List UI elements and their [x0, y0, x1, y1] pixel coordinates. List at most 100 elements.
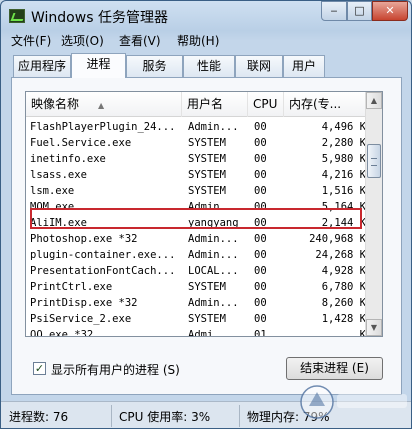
- process-name: FlashPlayerPlugin_24...: [30, 121, 176, 133]
- process-memory: 5,164 K: [321, 201, 366, 213]
- status-separator: [111, 405, 112, 427]
- menu-help[interactable]: 帮助(H): [177, 32, 219, 49]
- column-cpu[interactable]: CPU: [248, 92, 284, 117]
- process-cpu: 00: [254, 169, 267, 181]
- process-memory: 2,280 K: [321, 137, 366, 149]
- scroll-down-icon[interactable]: ▼: [366, 319, 382, 336]
- table-row[interactable]: lsm.exe SYSTEM 00 1,516 K: [26, 183, 367, 199]
- process-cpu: 00: [254, 313, 267, 325]
- process-user: SYSTEM: [188, 281, 226, 293]
- table-row[interactable]: Photoshop.exe *32 Admin... 00 240,968 K: [26, 231, 367, 247]
- menu-bar: 文件(F) 选项(O) 查看(V) 帮助(H): [7, 30, 407, 50]
- tab-users[interactable]: 用户: [283, 55, 325, 77]
- process-rows: FlashPlayerPlugin_24... Admin... 00 4,496 K…: [26, 119, 367, 337]
- process-cpu: 00: [254, 121, 267, 133]
- table-row[interactable]: FlashPlayerPlugin_24... Admin... 00 4,496 K: [26, 119, 367, 135]
- table-row[interactable]: lsass.exe SYSTEM 00 4,216 K: [26, 167, 367, 183]
- table-row[interactable]: PrintDisp.exe *32 Admin... 00 8,260 K: [26, 295, 367, 311]
- process-name: lsm.exe: [30, 185, 75, 197]
- process-user: Admin...: [188, 249, 239, 261]
- table-row[interactable]: Fuel.Service.exe SYSTEM 00 2,280 K: [26, 135, 367, 151]
- process-name: PresentationFontCach...: [30, 265, 176, 277]
- tab-services[interactable]: 服务: [126, 55, 183, 77]
- tab-processes[interactable]: 进程: [71, 53, 126, 78]
- process-memory: 4,496 K: [321, 121, 366, 133]
- process-memory: 5,980 K: [321, 153, 366, 165]
- process-cpu: 00: [254, 137, 267, 149]
- process-memory: 240,968 K: [309, 233, 366, 245]
- process-user: Admin...: [188, 121, 239, 133]
- status-physical-memory: 物理内存: 79%: [247, 410, 330, 424]
- table-row[interactable]: AliIM.exe yangyang 00 2,144 K: [26, 215, 367, 231]
- status-process-count: 进程数: 76: [9, 410, 69, 424]
- tab-strip: 应用程序 进程 服务 性能 联网 用户: [13, 53, 403, 78]
- status-bar: 进程数: 76 CPU 使用率: 3% 物理内存: 79%: [1, 401, 411, 428]
- process-cpu: 00: [254, 153, 267, 165]
- tab-networking[interactable]: 联网: [235, 55, 283, 77]
- column-user-name[interactable]: 用户名: [182, 92, 248, 117]
- maximize-button[interactable]: □: [347, 1, 372, 21]
- menu-options[interactable]: 选项(O): [61, 32, 104, 49]
- show-all-users-label: 显示所有用户的进程 (S): [51, 363, 180, 377]
- process-name: Photoshop.exe *32: [30, 233, 138, 245]
- process-cpu: 00: [254, 281, 267, 293]
- table-row[interactable]: MOM.exe Admin... 00 5,164 K: [26, 199, 367, 215]
- process-user: Admin...: [188, 201, 239, 213]
- column-image-name-label: 映像名称: [31, 97, 80, 111]
- process-user: Admin...: [188, 297, 239, 309]
- process-memory: 8,260 K: [321, 297, 366, 309]
- process-user: SYSTEM: [188, 185, 226, 197]
- close-button[interactable]: ✕: [372, 1, 408, 21]
- table-row[interactable]: PresentationFontCach... LOCAL... 00 4,928 K: [26, 263, 367, 279]
- process-name: plugin-container.exe...: [30, 249, 176, 261]
- process-user: SYSTEM: [188, 313, 226, 325]
- window-title: Windows 任务管理器: [31, 10, 168, 26]
- sort-ascending-icon: ▲: [98, 101, 105, 110]
- title-bar[interactable]: Windows 任务管理器 ‒ □ ✕: [1, 1, 411, 31]
- process-user: SYSTEM: [188, 137, 226, 149]
- column-header-row: 映像名称 ▲ 用户名 CPU 内存(专...: [26, 92, 367, 117]
- table-row[interactable]: QQ.exe *32 Admi... 01 ... K: [26, 327, 367, 337]
- table-row[interactable]: inetinfo.exe SYSTEM 00 5,980 K: [26, 151, 367, 167]
- process-memory: 4,928 K: [321, 265, 366, 277]
- process-name: QQ.exe *32: [30, 329, 94, 337]
- process-name: PrintCtrl.exe: [30, 281, 113, 293]
- process-user: SYSTEM: [188, 169, 226, 181]
- task-manager-window: Windows 任务管理器 ‒ □ ✕ 文件(F) 选项(O) 查看(V) 帮助…: [0, 0, 412, 429]
- column-image-name[interactable]: 映像名称 ▲: [26, 92, 182, 117]
- process-name: Fuel.Service.exe: [30, 137, 132, 149]
- process-memory: ... K: [334, 329, 366, 337]
- process-name: lsass.exe: [30, 169, 87, 181]
- process-memory: 2,144 K: [321, 217, 366, 229]
- vertical-scrollbar[interactable]: ▲ ▼: [365, 92, 382, 336]
- process-user: SYSTEM: [188, 153, 226, 165]
- process-name: inetinfo.exe: [30, 153, 106, 165]
- process-cpu: 00: [254, 297, 267, 309]
- process-cpu: 00: [254, 185, 267, 197]
- menu-file[interactable]: 文件(F): [11, 32, 51, 49]
- tab-performance[interactable]: 性能: [183, 55, 235, 77]
- end-process-button[interactable]: 结束进程 (E): [286, 357, 383, 380]
- minimize-button[interactable]: ‒: [321, 1, 347, 21]
- process-name: MOM.exe: [30, 201, 75, 213]
- table-row[interactable]: PrintCtrl.exe SYSTEM 00 6,780 K: [26, 279, 367, 295]
- process-name: PrintDisp.exe *32: [30, 297, 138, 309]
- table-row[interactable]: PsiService_2.exe SYSTEM 00 1,428 K: [26, 311, 367, 327]
- process-list[interactable]: 映像名称 ▲ 用户名 CPU 内存(专... FlashPlayerPlugin…: [25, 91, 383, 337]
- scroll-up-icon[interactable]: ▲: [366, 92, 382, 109]
- tab-applications[interactable]: 应用程序: [13, 55, 71, 77]
- process-user: yangyang: [188, 217, 239, 229]
- process-memory: 24,268 K: [315, 249, 366, 261]
- menu-view[interactable]: 查看(V): [119, 32, 161, 49]
- process-name: AliIM.exe: [30, 217, 87, 229]
- process-memory: 1,516 K: [321, 185, 366, 197]
- process-user: LOCAL...: [188, 265, 239, 277]
- status-cpu-usage: CPU 使用率: 3%: [119, 410, 211, 424]
- scroll-thumb[interactable]: [367, 144, 381, 178]
- table-row[interactable]: plugin-container.exe... Admin... 00 24,268 …: [26, 247, 367, 263]
- process-cpu: 00: [254, 233, 267, 245]
- show-all-users-checkbox[interactable]: ✓: [33, 362, 46, 375]
- process-cpu: 00: [254, 201, 267, 213]
- column-memory[interactable]: 内存(专...: [284, 92, 367, 117]
- process-cpu: 00: [254, 249, 267, 261]
